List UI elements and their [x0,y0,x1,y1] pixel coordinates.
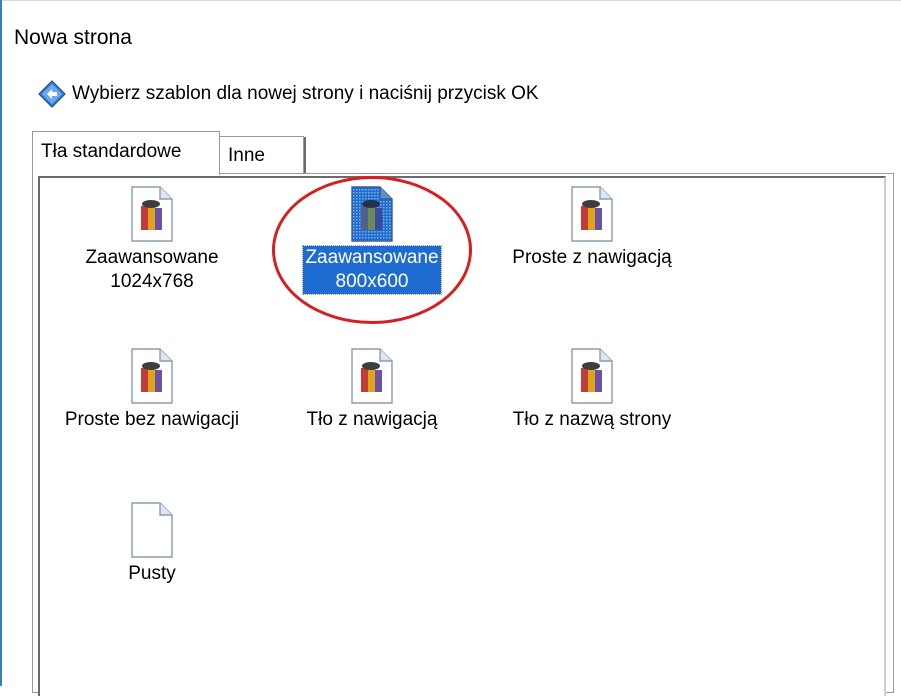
template-doc-icon [571,186,613,242]
blank-doc-icon [131,502,173,558]
template-label: Tło z nawigacją [306,409,438,430]
template-doc-icon [351,186,393,242]
template-label: Proste bez nawigacji [64,409,240,430]
top-border [2,0,901,1]
template-list[interactable]: Zaawansowane 1024x768 Zaawansowane 800x6… [38,176,886,696]
template-label: Proste z nawigacją [512,247,672,268]
template-item-bg-with-page-name[interactable]: Tło z nazwą strony [482,348,702,432]
info-diamond-icon [38,80,66,108]
template-item-bg-with-nav[interactable]: Tło z nawigacją [262,348,482,432]
template-doc-icon [131,348,173,404]
template-doc-icon [351,348,393,404]
template-item-simple-no-nav[interactable]: Proste bez nawigacji [42,348,262,432]
template-item-simple-with-nav[interactable]: Proste z nawigacją [482,186,702,270]
tab-other[interactable]: Inne [220,136,306,175]
template-item-advanced-1024[interactable]: Zaawansowane 1024x768 [42,186,262,294]
new-page-dialog: Nowa strona Wybierz szablon dla nowej st… [0,0,901,696]
hint-row: Wybierz szablon dla nowej strony i naciś… [38,80,539,108]
template-label: Zaawansowane 800x600 [302,245,442,295]
template-label: Zaawansowane 1024x768 [85,247,219,292]
template-item-blank[interactable]: Pusty [42,502,262,586]
template-label: Tło z nazwą strony [512,409,672,430]
template-item-advanced-800[interactable]: Zaawansowane 800x600 [262,186,482,295]
tab-standard-backgrounds[interactable]: Tła standardowe [32,131,220,175]
template-doc-icon [571,348,613,404]
template-label: Pusty [128,563,176,584]
dialog-title: Nowa strona [14,26,132,49]
template-doc-icon [131,186,173,242]
hint-text: Wybierz szablon dla nowej strony i naciś… [72,83,539,104]
